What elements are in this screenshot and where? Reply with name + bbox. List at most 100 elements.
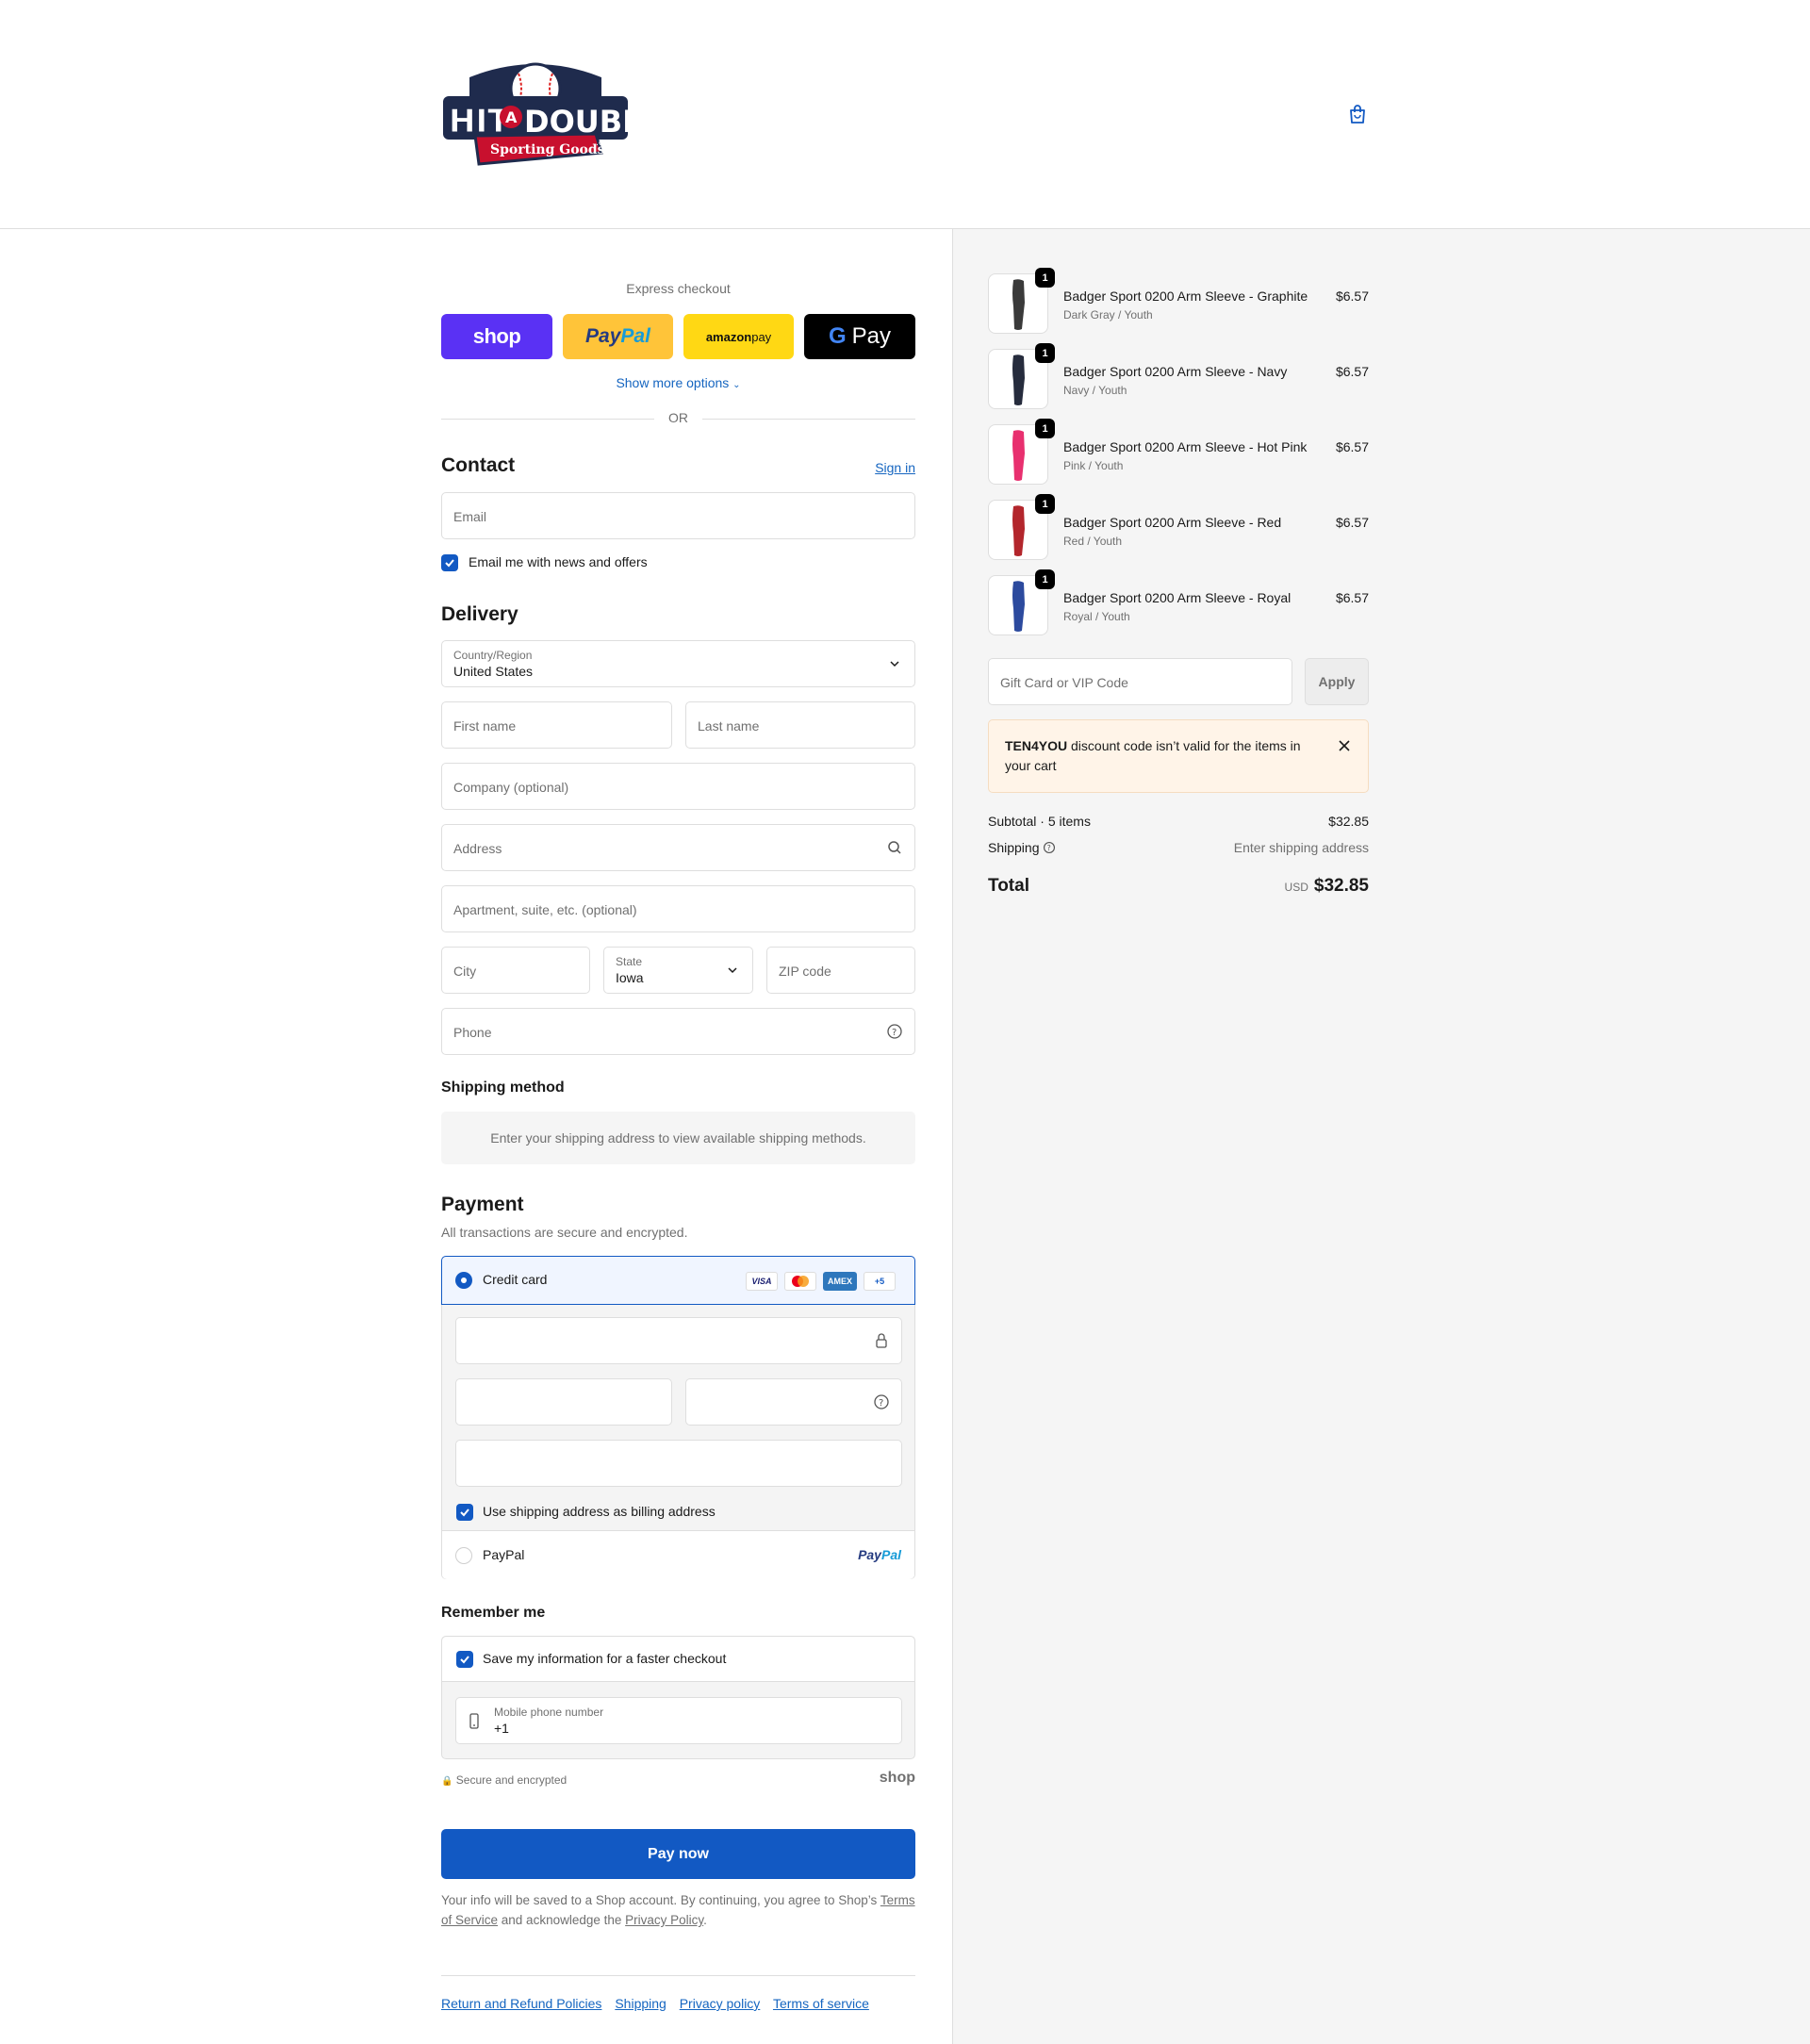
mobile-phone-field[interactable]: Mobile phone number +1 xyxy=(455,1697,902,1744)
privacy-policy-link[interactable]: Privacy Policy xyxy=(625,1913,703,1927)
cart-item: 1 Badger Sport 0200 Arm Sleeve - Hot Pin… xyxy=(988,419,1369,485)
city-field[interactable]: City xyxy=(441,947,590,994)
divider xyxy=(441,1975,915,1976)
pay-now-button[interactable]: Pay now xyxy=(441,1829,915,1879)
name-on-card-field[interactable] xyxy=(455,1440,902,1487)
apply-code-button[interactable]: Apply xyxy=(1305,658,1369,705)
expiration-date-field[interactable] xyxy=(455,1378,672,1426)
item-name: Badger Sport 0200 Arm Sleeve - Hot Pink xyxy=(1063,439,1308,454)
billing-address-checkbox[interactable] xyxy=(456,1504,473,1521)
remember-me-box: Save my information for a faster checkou… xyxy=(441,1636,915,1759)
card-number-field[interactable] xyxy=(455,1317,902,1364)
payment-methods: Credit card VISA AMEX +5 ? Use shipping … xyxy=(441,1256,915,1579)
close-icon[interactable] xyxy=(1336,737,1353,754)
footer-links: Return and Refund Policies Shipping Priv… xyxy=(441,1996,879,2011)
terms-of-service-footer-link[interactable]: Terms of service xyxy=(773,1996,869,2011)
product-thumbnail: 1 xyxy=(988,343,1055,409)
product-thumbnail: 1 xyxy=(988,419,1055,485)
item-price: $6.57 xyxy=(1335,439,1369,454)
currency-code: USD xyxy=(1284,881,1308,894)
total-label: Total xyxy=(988,876,1029,896)
apartment-field[interactable]: Apartment, suite, etc. (optional) xyxy=(441,885,915,932)
product-thumbnail: 1 xyxy=(988,569,1055,635)
privacy-policy-footer-link[interactable]: Privacy policy xyxy=(680,1996,761,2011)
shopping-bag-icon[interactable] xyxy=(1346,103,1369,125)
paypal-radio[interactable] xyxy=(455,1547,472,1564)
save-info-label: Save my information for a faster checkou… xyxy=(483,1651,727,1666)
shop-logo: shop xyxy=(879,1770,915,1786)
lock-icon: 🔒 xyxy=(441,1776,453,1787)
mastercard-icon xyxy=(784,1272,816,1291)
show-more-options-link[interactable]: Show more options ⌄ xyxy=(441,375,915,390)
paypal-option[interactable]: PayPal PayPal xyxy=(442,1530,914,1579)
discount-error-alert: TEN4YOU discount code isn’t valid for th… xyxy=(988,719,1369,793)
shipping-policy-link[interactable]: Shipping xyxy=(615,1996,666,2011)
item-name: Badger Sport 0200 Arm Sleeve - Royal xyxy=(1063,590,1292,605)
state-select[interactable]: State Iowa xyxy=(603,947,753,994)
svg-text:?: ? xyxy=(1047,844,1051,852)
subtotal-row: Subtotal · 5 items $32.85 xyxy=(988,814,1369,829)
visa-icon: VISA xyxy=(746,1272,778,1291)
refund-policy-link[interactable]: Return and Refund Policies xyxy=(441,1996,601,2011)
cart-item: 1 Badger Sport 0200 Arm Sleeve - Red Red… xyxy=(988,494,1369,560)
item-name: Badger Sport 0200 Arm Sleeve - Red xyxy=(1063,515,1282,530)
product-thumbnail: 1 xyxy=(988,268,1055,334)
more-brands-badge: +5 xyxy=(864,1272,896,1291)
total-row: Total USD $32.85 xyxy=(988,876,1369,897)
svg-text:?: ? xyxy=(879,1398,883,1409)
item-price: $6.57 xyxy=(1335,364,1369,379)
item-price: $6.57 xyxy=(1335,288,1369,304)
amazon-pay-button[interactable]: amazon pay xyxy=(683,314,794,359)
last-name-field[interactable]: Last name xyxy=(685,701,915,749)
quantity-badge: 1 xyxy=(1035,343,1055,363)
country-select[interactable]: Country/Region United States xyxy=(441,640,915,687)
paypal-button[interactable]: Pay Pal xyxy=(563,314,673,359)
shop-pay-button[interactable]: shop xyxy=(441,314,552,359)
billing-address-label: Use shipping address as billing address xyxy=(483,1504,716,1519)
credit-card-option[interactable]: Credit card VISA AMEX +5 xyxy=(441,1256,915,1305)
shipping-method-message: Enter your shipping address to view avai… xyxy=(441,1112,915,1164)
phone-field[interactable]: Phone ? xyxy=(441,1008,915,1055)
cart-item: 1 Badger Sport 0200 Arm Sleeve - Royal R… xyxy=(988,569,1369,635)
credit-card-label: Credit card xyxy=(483,1272,548,1287)
store-logo[interactable]: HIT A DOUBLE Sporting Goods .com xyxy=(441,58,662,168)
save-info-row[interactable]: Save my information for a faster checkou… xyxy=(442,1637,914,1682)
delivery-heading: Delivery xyxy=(441,603,518,625)
gift-card-field[interactable]: Gift Card or VIP Code xyxy=(988,658,1292,705)
express-checkout-title: Express checkout xyxy=(626,281,731,296)
product-thumbnail: 1 xyxy=(988,494,1055,560)
checkmark-icon xyxy=(445,559,454,568)
chevron-down-icon: ⌄ xyxy=(732,380,741,390)
remember-me-heading: Remember me xyxy=(441,1605,546,1621)
svg-text:.com: .com xyxy=(596,139,617,148)
help-circle-icon: ? xyxy=(874,1394,889,1409)
save-info-checkbox[interactable] xyxy=(456,1651,473,1668)
help-circle-icon: ? xyxy=(887,1024,902,1039)
security-code-field[interactable]: ? xyxy=(685,1378,902,1426)
item-variant: Pink / Youth xyxy=(1063,459,1124,472)
sign-in-link[interactable]: Sign in xyxy=(875,460,915,475)
newsletter-checkbox[interactable] xyxy=(441,554,458,571)
search-icon xyxy=(888,841,901,854)
alert-message: TEN4YOU discount code isn’t valid for th… xyxy=(1005,738,1301,773)
credit-card-radio[interactable] xyxy=(455,1272,472,1289)
lock-icon xyxy=(876,1333,887,1348)
svg-text:A: A xyxy=(505,108,518,126)
svg-text:?: ? xyxy=(892,1028,897,1038)
address-field[interactable]: Address xyxy=(441,824,915,871)
zip-field[interactable]: ZIP code xyxy=(766,947,915,994)
total-value: $32.85 xyxy=(1313,876,1369,896)
contact-heading: Contact xyxy=(441,454,516,476)
cart-item: 1 Badger Sport 0200 Arm Sleeve - Graphit… xyxy=(988,268,1369,334)
quantity-badge: 1 xyxy=(1035,569,1055,589)
email-field[interactable]: Email xyxy=(441,492,915,539)
help-circle-icon: ? xyxy=(1044,841,1056,854)
first-name-field[interactable]: First name xyxy=(441,701,672,749)
payment-subtitle: All transactions are secure and encrypte… xyxy=(441,1225,688,1240)
site-header: HIT A DOUBLE Sporting Goods .com xyxy=(0,0,1810,229)
google-g-icon: G xyxy=(828,323,847,349)
mobile-phone-icon xyxy=(469,1713,479,1729)
google-pay-button[interactable]: G Pay xyxy=(804,314,915,359)
company-field[interactable]: Company (optional) xyxy=(441,763,915,810)
chevron-down-icon xyxy=(890,661,899,668)
